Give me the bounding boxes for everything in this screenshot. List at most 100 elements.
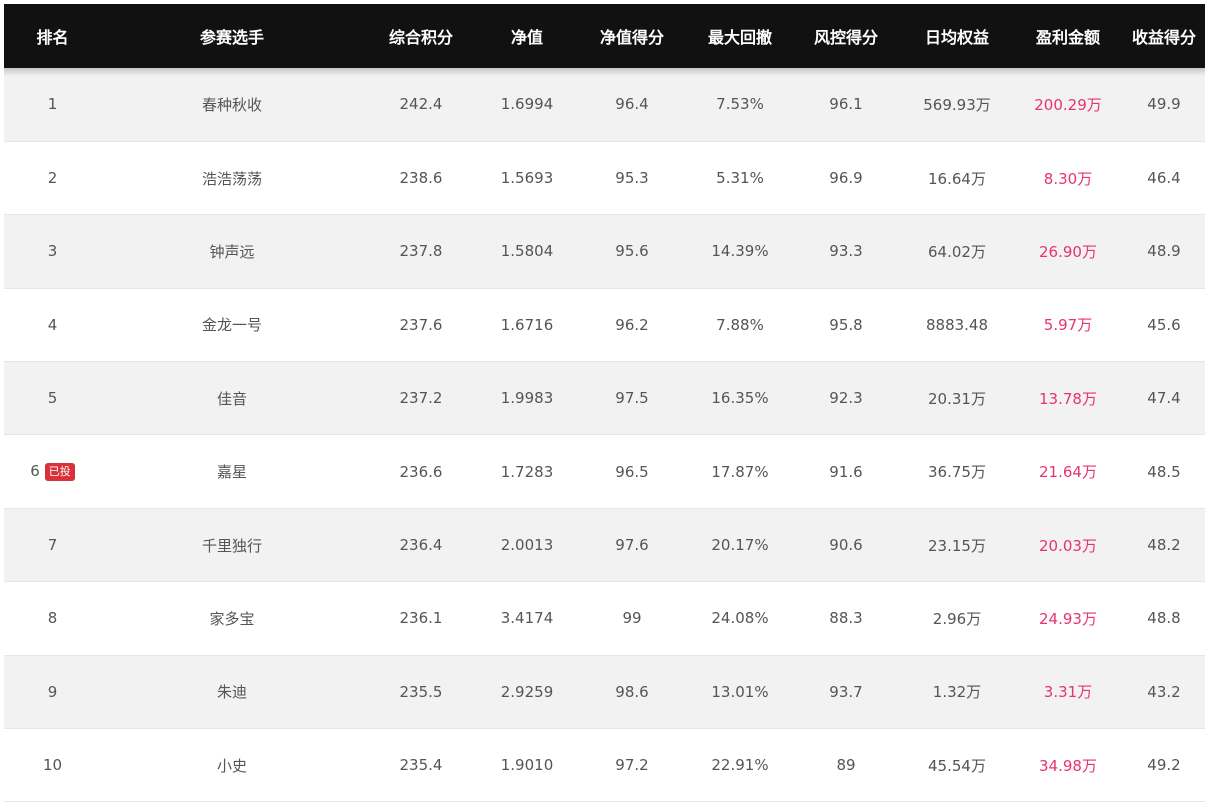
ranking-table: 排名 参赛选手 综合积分 净值 净值得分 最大回撤 风控得分 日均权益 盈利金额…: [4, 4, 1205, 802]
risk-score: 95.8: [829, 315, 863, 334]
risk-score: 96.9: [829, 169, 863, 188]
rank-number: 5: [47, 389, 58, 408]
max-drawdown: 24.08%: [711, 609, 769, 628]
table-row[interactable]: 6 已投 嘉星 236.6 1.7283 96.5 17.87% 91.6 36.…: [4, 434, 1205, 509]
profit-amount: 20.03万: [1039, 536, 1097, 555]
table-header: 排名 参赛选手 综合积分 净值 净值得分 最大回撤 风控得分 日均权益 盈利金额…: [4, 4, 1205, 68]
profit-amount: 24.93万: [1039, 609, 1097, 628]
player-name[interactable]: 金龙一号: [101, 288, 363, 361]
total-score: 236.1: [399, 609, 443, 628]
header-player[interactable]: 参赛选手: [101, 4, 363, 68]
avg-equity: 16.64万: [928, 169, 986, 188]
profit-amount: 3.31万: [1043, 683, 1093, 702]
avg-equity: 64.02万: [928, 242, 986, 261]
profit-amount: 34.98万: [1039, 756, 1097, 775]
profit-amount: 13.78万: [1039, 389, 1097, 408]
header-profit[interactable]: 盈利金额: [1013, 4, 1123, 68]
player-name[interactable]: 钟声远: [101, 215, 363, 288]
player-name[interactable]: 浩浩荡荡: [101, 141, 363, 214]
max-drawdown: 20.17%: [711, 536, 769, 555]
total-score: 242.4: [399, 95, 443, 114]
return-score: 48.9: [1147, 242, 1181, 261]
nav-score: 97.2: [615, 756, 649, 775]
total-score: 236.4: [399, 536, 443, 555]
avg-equity: 569.93万: [923, 95, 991, 114]
nav-value: 1.5693: [500, 169, 554, 188]
rank-cell: 3: [4, 215, 101, 288]
profit-amount: 200.29万: [1034, 95, 1102, 114]
table-row[interactable]: 1 春种秋收 242.4 1.6994 96.4 7.53% 96.1 569.…: [4, 68, 1205, 142]
total-score: 237.8: [399, 242, 443, 261]
nav-score: 97.6: [615, 536, 649, 555]
return-score: 48.5: [1147, 462, 1181, 481]
return-score: 49.2: [1147, 756, 1181, 775]
player-name[interactable]: 小史: [101, 729, 363, 802]
player-name[interactable]: 佳音: [101, 362, 363, 435]
player-name[interactable]: 春种秋收: [101, 68, 363, 141]
total-score: 235.4: [399, 756, 443, 775]
avg-equity: 45.54万: [928, 756, 986, 775]
rank-number: 10: [42, 756, 63, 775]
table-row[interactable]: 7 千里独行 236.4 2.0013 97.6 20.17% 90.6 23.…: [4, 508, 1205, 582]
rank-cell: 4: [4, 288, 101, 361]
ranking-table-container: 排名 参赛选手 综合积分 净值 净值得分 最大回撤 风控得分 日均权益 盈利金额…: [4, 4, 1205, 802]
avg-equity: 8883.48: [925, 315, 989, 334]
player-name[interactable]: 朱迪: [101, 655, 363, 728]
header-total-score[interactable]: 综合积分: [363, 4, 479, 68]
rank-number: 9: [47, 682, 58, 701]
table-row[interactable]: 9 朱迪 235.5 2.9259 98.6 13.01% 93.7 1.32万…: [4, 655, 1205, 729]
player-name[interactable]: 家多宝: [101, 582, 363, 655]
nav-score: 95.3: [615, 169, 649, 188]
total-score: 238.6: [399, 169, 443, 188]
rank-number: 1: [47, 95, 58, 114]
nav-score: 98.6: [615, 682, 649, 701]
table-row[interactable]: 10 小史 235.4 1.9010 97.2 22.91% 89 45.54万…: [4, 728, 1205, 802]
table-body: 1 春种秋收 242.4 1.6994 96.4 7.53% 96.1 569.…: [4, 68, 1205, 802]
table-row[interactable]: 8 家多宝 236.1 3.4174 99 24.08% 88.3 2.96万 …: [4, 581, 1205, 656]
risk-score: 90.6: [829, 536, 863, 555]
nav-score: 95.6: [615, 242, 649, 261]
header-avg-equity[interactable]: 日均权益: [901, 4, 1013, 68]
header-max-drawdown[interactable]: 最大回撤: [689, 4, 791, 68]
table-row[interactable]: 4 金龙一号 237.6 1.6716 96.2 7.88% 95.8 8883…: [4, 288, 1205, 362]
rank-cell: 1: [4, 68, 101, 141]
max-drawdown: 5.31%: [716, 169, 764, 188]
risk-score: 93.3: [829, 242, 863, 261]
player-name[interactable]: 千里独行: [101, 508, 363, 581]
header-return-score[interactable]: 收益得分: [1123, 4, 1205, 68]
header-nav[interactable]: 净值: [479, 4, 575, 68]
rank-number: 7: [47, 536, 58, 555]
nav-score: 96.2: [615, 315, 649, 334]
max-drawdown: 13.01%: [711, 682, 769, 701]
rank-cell: 10: [4, 729, 101, 802]
risk-score: 88.3: [829, 609, 863, 628]
header-risk-score[interactable]: 风控得分: [791, 4, 901, 68]
risk-score: 91.6: [829, 462, 863, 481]
nav-score: 97.5: [615, 389, 649, 408]
rank-number: 2: [47, 169, 58, 188]
profit-amount: 5.97万: [1043, 316, 1093, 335]
avg-equity: 23.15万: [928, 536, 986, 555]
max-drawdown: 7.53%: [716, 95, 764, 114]
nav-score: 96.5: [615, 462, 649, 481]
max-drawdown: 14.39%: [711, 242, 769, 261]
risk-score: 93.7: [829, 682, 863, 701]
max-drawdown: 16.35%: [711, 389, 769, 408]
nav-value: 1.9010: [500, 756, 554, 775]
rank-number: 6: [30, 462, 40, 481]
rank-number: 8: [47, 609, 58, 628]
player-name[interactable]: 嘉星: [101, 435, 363, 508]
table-row[interactable]: 2 浩浩荡荡 238.6 1.5693 95.3 5.31% 96.9 16.6…: [4, 141, 1205, 215]
nav-score: 96.4: [615, 95, 649, 114]
risk-score: 89: [836, 756, 856, 775]
max-drawdown: 7.88%: [716, 315, 764, 334]
nav-value: 1.6994: [500, 95, 554, 114]
header-nav-score[interactable]: 净值得分: [575, 4, 689, 68]
nav-value: 3.4174: [500, 609, 554, 628]
rank-cell: 6 已投: [4, 435, 101, 508]
nav-score: 99: [622, 609, 642, 628]
table-row[interactable]: 5 佳音 237.2 1.9983 97.5 16.35% 92.3 20.31…: [4, 361, 1205, 435]
header-rank[interactable]: 排名: [4, 4, 101, 68]
table-row[interactable]: 3 钟声远 237.8 1.5804 95.6 14.39% 93.3 64.0…: [4, 214, 1205, 289]
rank-cell: 7: [4, 508, 101, 581]
